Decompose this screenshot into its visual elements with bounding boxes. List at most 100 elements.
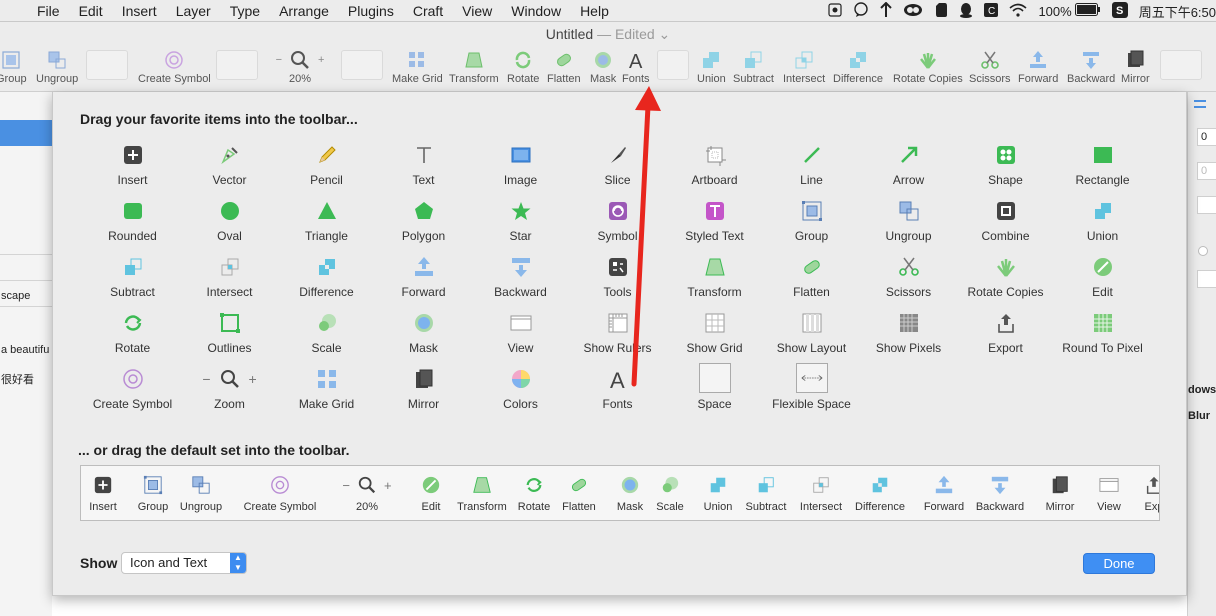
default-item-edit[interactable]: Edit — [420, 474, 442, 513]
app-badge-icon[interactable]: C — [984, 2, 999, 20]
default-item-exp[interactable]: Exp — [1143, 474, 1159, 513]
toolbar-empty-slot[interactable] — [86, 50, 128, 80]
palette-item-mask[interactable]: Mask — [375, 311, 472, 367]
toolbar-difference[interactable]: Difference — [833, 50, 883, 85]
palette-item-text[interactable]: Text — [375, 143, 472, 199]
palette-item-create-symbol[interactable]: Create Symbol — [84, 367, 181, 423]
layer-text[interactable]: 很好看 — [1, 371, 52, 387]
palette-item-oval[interactable]: Oval — [181, 199, 278, 255]
palette-item-space[interactable]: Space — [666, 363, 763, 423]
toolbar-empty-slot[interactable] — [341, 50, 383, 80]
default-item-create-symbol[interactable]: Create Symbol — [244, 474, 316, 513]
palette-item-group[interactable]: Group — [763, 199, 860, 255]
palette-item-outlines[interactable]: Outlines — [181, 311, 278, 367]
palette-item-flatten[interactable]: Flatten — [763, 255, 860, 311]
battery-icon[interactable] — [1074, 3, 1101, 19]
palette-item-ungroup[interactable]: Ungroup — [860, 199, 957, 255]
palette-item-colors[interactable]: Colors — [472, 367, 569, 423]
palette-item-vector[interactable]: Vector — [181, 143, 278, 199]
palette-item-forward[interactable]: Forward — [375, 255, 472, 311]
menu-type[interactable]: Type — [230, 3, 260, 19]
inspector-field[interactable]: 0 — [1197, 162, 1216, 180]
sketch-toolbox-icon[interactable]: S — [1111, 1, 1128, 21]
layer-text[interactable]: a beautifu — [1, 344, 52, 356]
palette-item-subtract[interactable]: Subtract — [84, 255, 181, 311]
wifi-icon[interactable] — [1009, 3, 1027, 20]
palette-item-scissors[interactable]: Scissors — [860, 255, 957, 311]
menu-insert[interactable]: Insert — [122, 3, 157, 19]
slider-knob[interactable] — [1198, 246, 1208, 256]
palette-item-union[interactable]: Union — [1054, 199, 1151, 255]
palette-item-insert[interactable]: Insert — [84, 143, 181, 199]
default-item-backward[interactable]: Backward — [976, 474, 1024, 513]
default-item-forward[interactable]: Forward — [924, 474, 964, 513]
clock[interactable]: 周五下午6:50 — [1139, 2, 1216, 21]
palette-item-rotate[interactable]: Rotate — [84, 311, 181, 367]
record-icon[interactable] — [828, 2, 843, 20]
default-item-group[interactable]: Group — [138, 474, 168, 513]
toolbar-rotate-copies[interactable]: Rotate Copies — [893, 50, 963, 85]
toolbar-empty-slot[interactable] — [657, 50, 689, 80]
menu-window[interactable]: Window — [511, 3, 561, 19]
evernote-icon[interactable] — [934, 2, 948, 21]
done-button[interactable]: Done — [1083, 553, 1155, 574]
palette-item-rounded[interactable]: Rounded — [84, 199, 181, 255]
palette-item-symbol[interactable]: Symbol — [569, 199, 666, 255]
toolbar-mask[interactable]: Mask — [590, 50, 616, 85]
show-mode-select[interactable]: Icon and Text ▲ ▼ — [121, 552, 247, 574]
palette-item-export[interactable]: Export — [957, 311, 1054, 367]
default-toolbar-set[interactable]: Insert Group Ungroup Create Symbol − + 20% Edit… — [80, 465, 1160, 521]
toolbar-rotate[interactable]: Rotate — [507, 50, 539, 85]
palette-item-tools[interactable]: Tools — [569, 255, 666, 311]
palette-item-slice[interactable]: Slice — [569, 143, 666, 199]
default-item-20[interactable]: − + 20% — [339, 474, 395, 513]
menu-craft[interactable]: Craft — [413, 3, 443, 19]
palette-item-rectangle[interactable]: Rectangle — [1054, 143, 1151, 199]
palette-item-combine[interactable]: Combine — [957, 199, 1054, 255]
toolbar-subtract[interactable]: Subtract — [733, 50, 774, 85]
palette-item-star[interactable]: Star — [472, 199, 569, 255]
palette-item-round-to-pixel[interactable]: Round To Pixel — [1054, 311, 1151, 367]
menu-file[interactable]: File — [37, 3, 60, 19]
chevron-down-icon[interactable]: ⌄ — [659, 26, 671, 42]
palette-item-transform[interactable]: Transform — [666, 255, 763, 311]
palette-item-show-grid[interactable]: Show Grid — [666, 311, 763, 367]
align-icon[interactable] — [1194, 100, 1206, 108]
palette-item-show-pixels[interactable]: Show Pixels — [860, 311, 957, 367]
toolbar-zoom[interactable]: − +20% — [270, 50, 330, 85]
edited-indicator[interactable]: — Edited — [597, 26, 655, 42]
default-item-rotate[interactable]: Rotate — [518, 474, 550, 513]
palette-item-edit[interactable]: Edit — [1054, 255, 1151, 311]
palette-item-artboard[interactable]: Artboard — [666, 143, 763, 199]
palette-item-show-layout[interactable]: Show Layout — [763, 311, 860, 367]
default-item-mirror[interactable]: Mirror — [1046, 474, 1074, 513]
toolbar-ungroup[interactable]: Ungroup — [36, 50, 78, 85]
palette-item-flexible-space[interactable]: Flexible Space — [763, 363, 860, 423]
toolbar-scissors[interactable]: Scissors — [969, 50, 1011, 85]
toolbar-union[interactable]: Union — [697, 50, 726, 85]
palette-item-show-rulers[interactable]: Show Rulers — [569, 311, 666, 367]
default-item-insert[interactable]: Insert — [89, 474, 117, 513]
toolbar-transform[interactable]: Transform — [449, 50, 499, 85]
palette-item-scale[interactable]: Scale — [278, 311, 375, 367]
selected-layer[interactable] — [0, 120, 52, 146]
palette-item-zoom[interactable]: − + Zoom — [181, 367, 278, 423]
inspector-field[interactable] — [1197, 196, 1216, 214]
qq-icon[interactable] — [959, 2, 973, 21]
palette-item-intersect[interactable]: Intersect — [181, 255, 278, 311]
inspector-field[interactable]: 0 — [1197, 128, 1216, 146]
menu-view[interactable]: View — [462, 3, 492, 19]
toolbar-forward[interactable]: Forward — [1018, 50, 1058, 85]
toolbar-empty-slot[interactable] — [216, 50, 258, 80]
palette-item-arrow[interactable]: Arrow — [860, 143, 957, 199]
palette-item-rotate-copies[interactable]: Rotate Copies — [957, 255, 1054, 311]
palette-item-triangle[interactable]: Triangle — [278, 199, 375, 255]
default-item-difference[interactable]: Difference — [855, 474, 905, 513]
palette-item-polygon[interactable]: Polygon — [375, 199, 472, 255]
creative-cloud-icon[interactable] — [903, 3, 923, 20]
menu-edit[interactable]: Edit — [79, 3, 103, 19]
menu-help[interactable]: Help — [580, 3, 609, 19]
chat-icon[interactable] — [853, 1, 869, 21]
menu-layer[interactable]: Layer — [176, 3, 211, 19]
default-item-ungroup[interactable]: Ungroup — [180, 474, 222, 513]
